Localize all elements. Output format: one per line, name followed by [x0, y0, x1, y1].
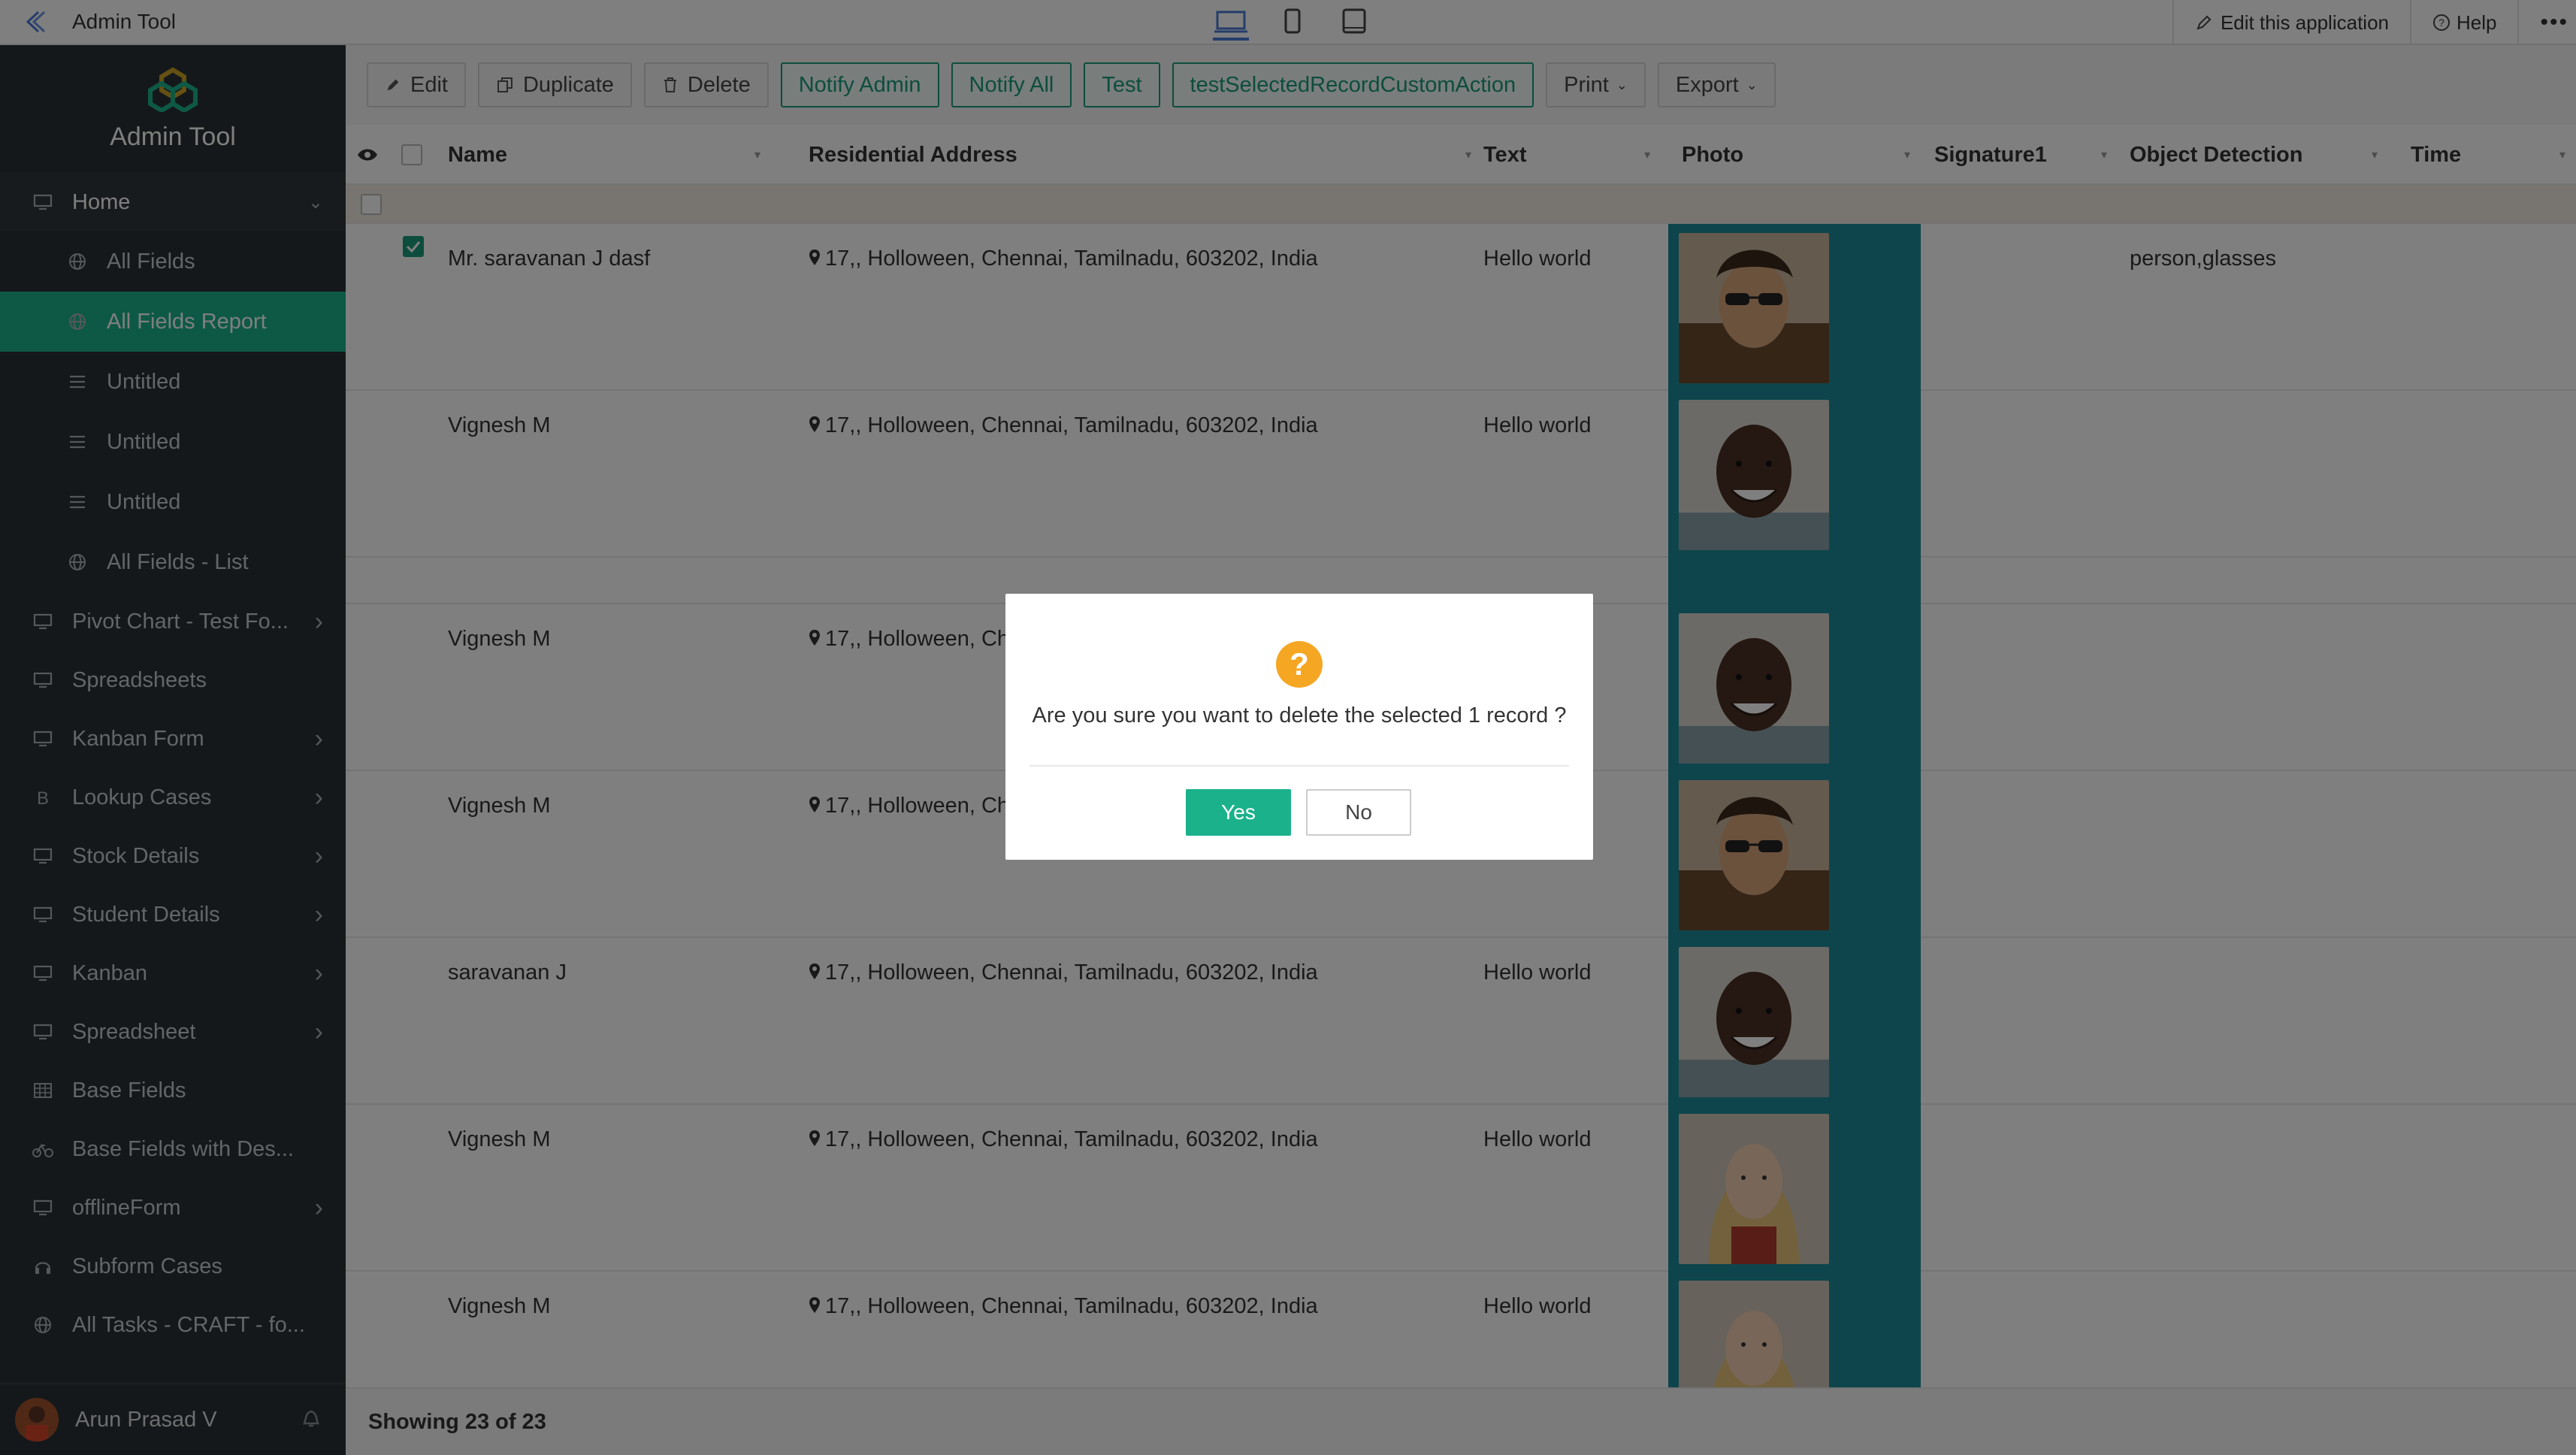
delete-confirm-dialog: ? Are you sure you want to delete the se…: [1005, 594, 1593, 860]
question-icon: ?: [1275, 640, 1323, 692]
confirm-no-button[interactable]: No: [1306, 789, 1411, 836]
confirm-yes-button[interactable]: Yes: [1186, 789, 1291, 836]
svg-text:?: ?: [1290, 646, 1309, 682]
dialog-message: Are you sure you want to delete the sele…: [1032, 703, 1567, 728]
dialog-divider: [1029, 765, 1569, 767]
